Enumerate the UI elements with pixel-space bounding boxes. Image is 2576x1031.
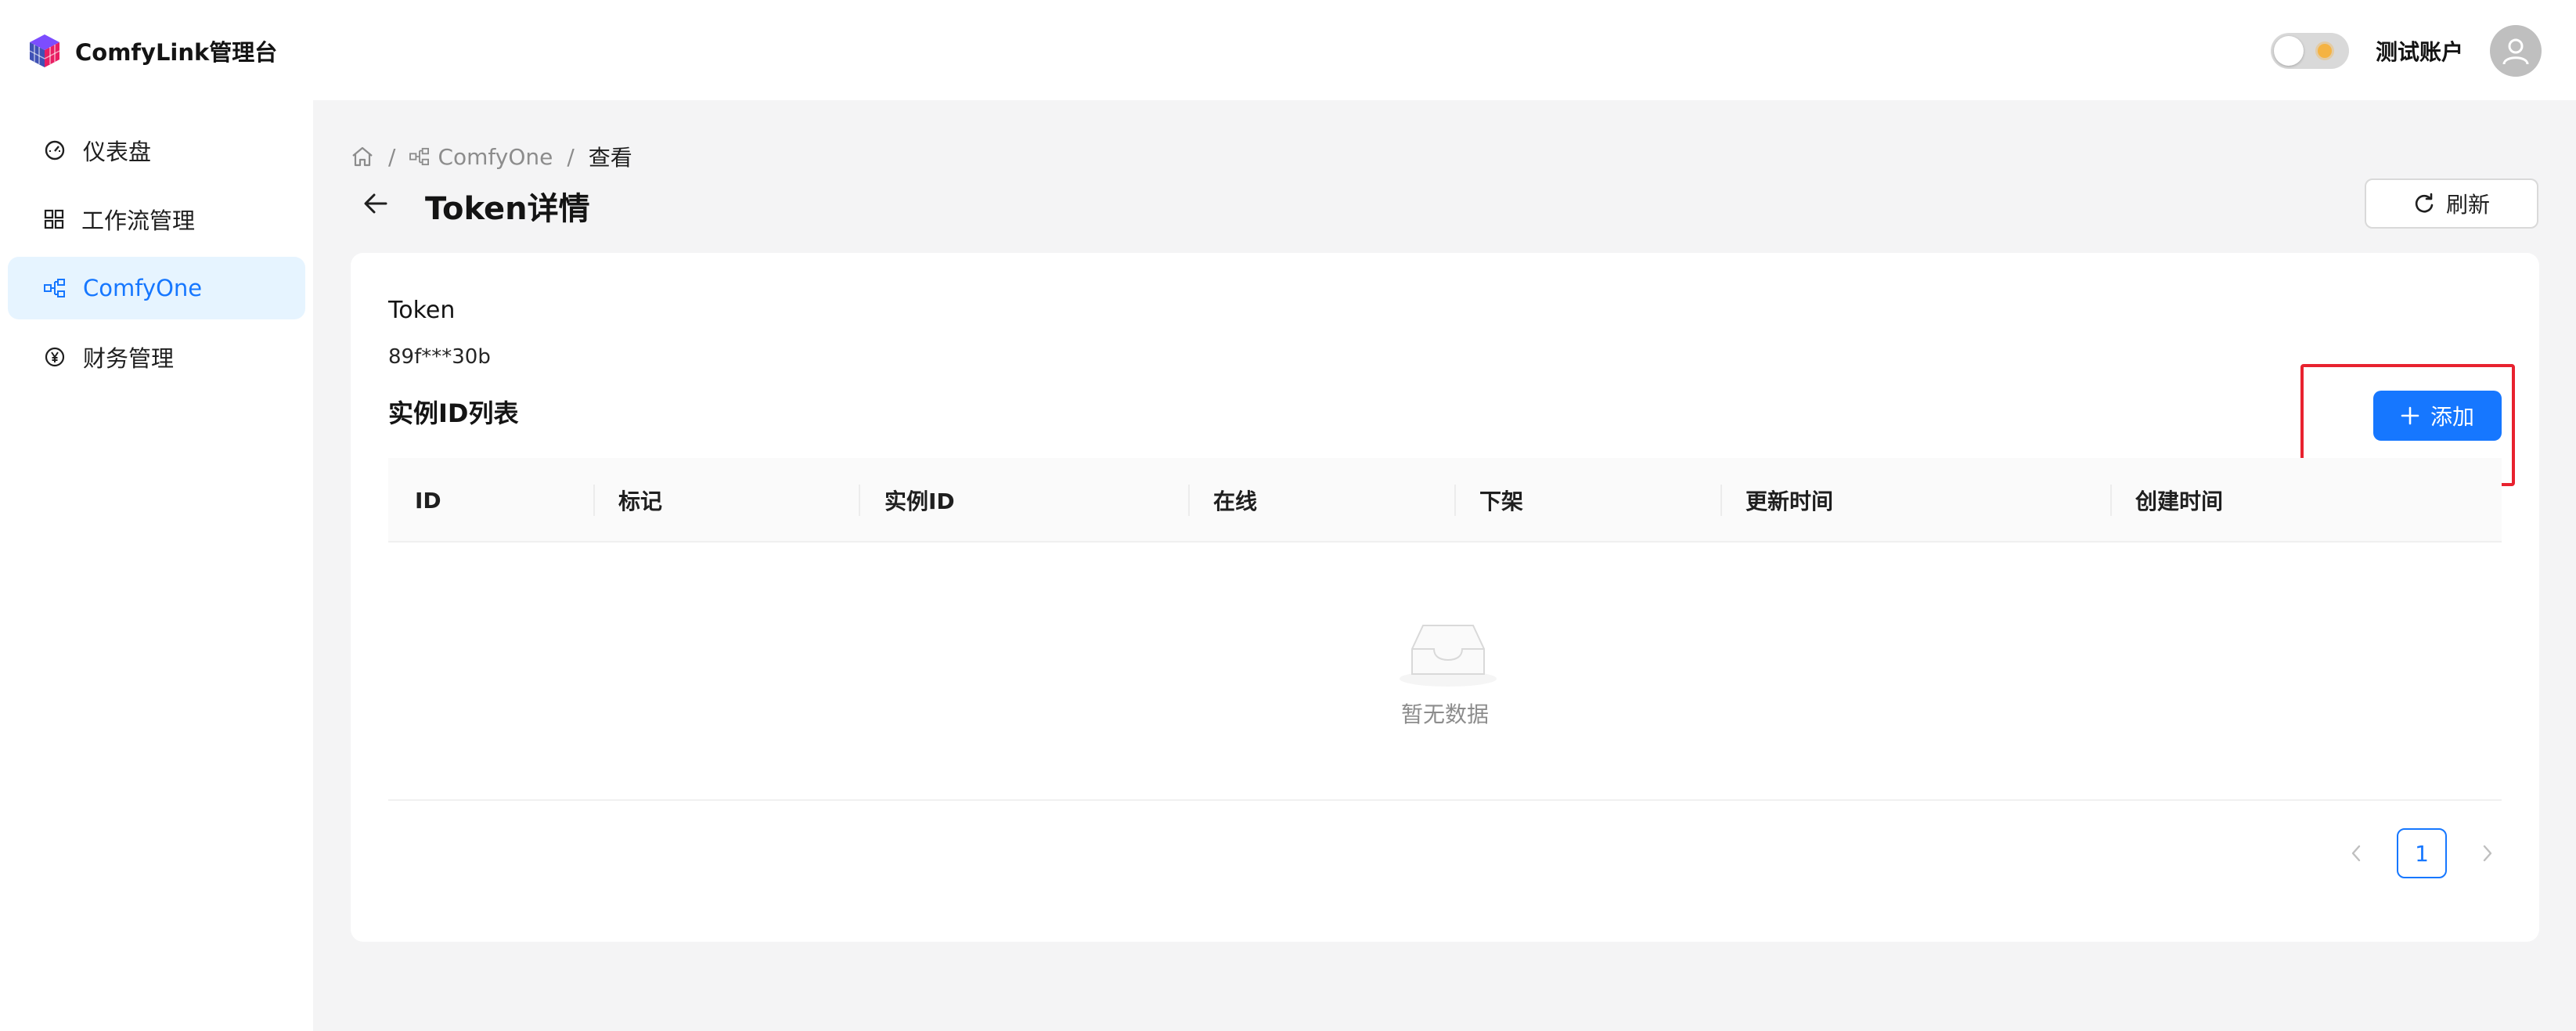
home-icon[interactable] [351, 146, 374, 168]
brand[interactable]: ComfyLink管理台 [28, 31, 277, 70]
add-button[interactable]: 添加 [2373, 391, 2502, 441]
add-label: 添加 [2430, 404, 2474, 430]
plus-icon [2401, 406, 2419, 425]
user-icon [2502, 38, 2529, 65]
page-number[interactable]: 1 [2397, 828, 2447, 878]
sidebar-item-label: ComfyOne [83, 275, 203, 301]
arrow-left-icon [364, 193, 387, 214]
avatar[interactable] [2490, 25, 2542, 77]
breadcrumb-label: ComfyOne [438, 143, 553, 170]
column-divider [1188, 485, 1190, 516]
sun-icon [2317, 44, 2332, 58]
header-actions: 测试账户 [2270, 23, 2542, 78]
sidebar-item-finance[interactable]: 财务管理 [8, 326, 305, 388]
theme-toggle[interactable] [2270, 33, 2349, 69]
grid-icon [44, 209, 64, 229]
empty-inbox-icon [1400, 625, 1497, 687]
instance-list-title: 实例ID列表 [388, 398, 519, 428]
dashboard-icon [45, 140, 65, 160]
table-header: ID 标记 实例ID 在线 下架 更新时间 创建时间 [388, 458, 2502, 543]
refresh-label: 刷新 [2445, 192, 2490, 218]
empty-text: 暂无数据 [1400, 701, 1489, 727]
column-divider [859, 485, 860, 516]
nodes-icon [44, 279, 65, 297]
sidebar-item-comfyone[interactable]: ComfyOne [8, 257, 305, 319]
column-header-online[interactable]: 在线 [1213, 458, 1257, 543]
breadcrumb-current: 查看 [588, 145, 632, 171]
chevron-right-icon [2483, 845, 2492, 862]
column-header-updated-at[interactable]: 更新时间 [1746, 458, 1833, 543]
column-header-id[interactable]: ID [415, 458, 441, 543]
top-header: ComfyLink管理台 测试账户 [0, 0, 2576, 100]
prev-page-button[interactable] [2340, 838, 2372, 869]
column-divider [593, 485, 595, 516]
column-header-created-at[interactable]: 创建时间 [2135, 458, 2223, 543]
toggle-knob [2273, 36, 2304, 66]
yuan-icon [45, 347, 65, 367]
reload-icon [2415, 193, 2434, 213]
sidebar-item-dashboard[interactable]: 仪表盘 [8, 119, 305, 182]
breadcrumb-comfyone[interactable]: ComfyOne [409, 144, 553, 170]
pagination: 1 [2340, 828, 2503, 878]
sidebar-item-workflows[interactable]: 工作流管理 [8, 188, 305, 251]
column-header-tag[interactable]: 标记 [618, 458, 662, 543]
column-header-instance-id[interactable]: 实例ID [884, 458, 955, 543]
column-divider [1454, 485, 1456, 516]
next-page-button[interactable] [2472, 838, 2503, 869]
breadcrumb-separator: / [567, 143, 575, 170]
token-detail-card: Token 89f***30b 实例ID列表 添加 ID 标记 实例ID 在线 … [351, 253, 2539, 942]
nodes-icon [409, 147, 430, 166]
page-title: Token详情 [425, 191, 590, 227]
column-divider [2110, 485, 2112, 516]
sidebar: 仪表盘 工作流管理 ComfyOne 财务管理 [0, 100, 313, 1031]
chevron-left-icon [2351, 845, 2361, 862]
account-name[interactable]: 测试账户 [2376, 35, 2463, 67]
sidebar-item-label: 仪表盘 [83, 139, 152, 165]
column-divider [1720, 485, 1722, 516]
breadcrumb: / ComfyOne / 查看 [351, 141, 632, 172]
table-empty-state: 暂无数据 [388, 543, 2502, 801]
token-label: Token [388, 297, 456, 324]
brand-logo-icon [29, 34, 60, 67]
token-value: 89f***30b [388, 345, 491, 369]
refresh-button[interactable]: 刷新 [2365, 178, 2538, 229]
column-header-delisted[interactable]: 下架 [1479, 458, 1523, 543]
breadcrumb-separator: / [388, 143, 396, 170]
sidebar-item-label: 财务管理 [83, 345, 175, 372]
back-button[interactable] [358, 186, 393, 221]
sidebar-item-label: 工作流管理 [81, 207, 196, 234]
brand-name: ComfyLink管理台 [75, 39, 278, 66]
